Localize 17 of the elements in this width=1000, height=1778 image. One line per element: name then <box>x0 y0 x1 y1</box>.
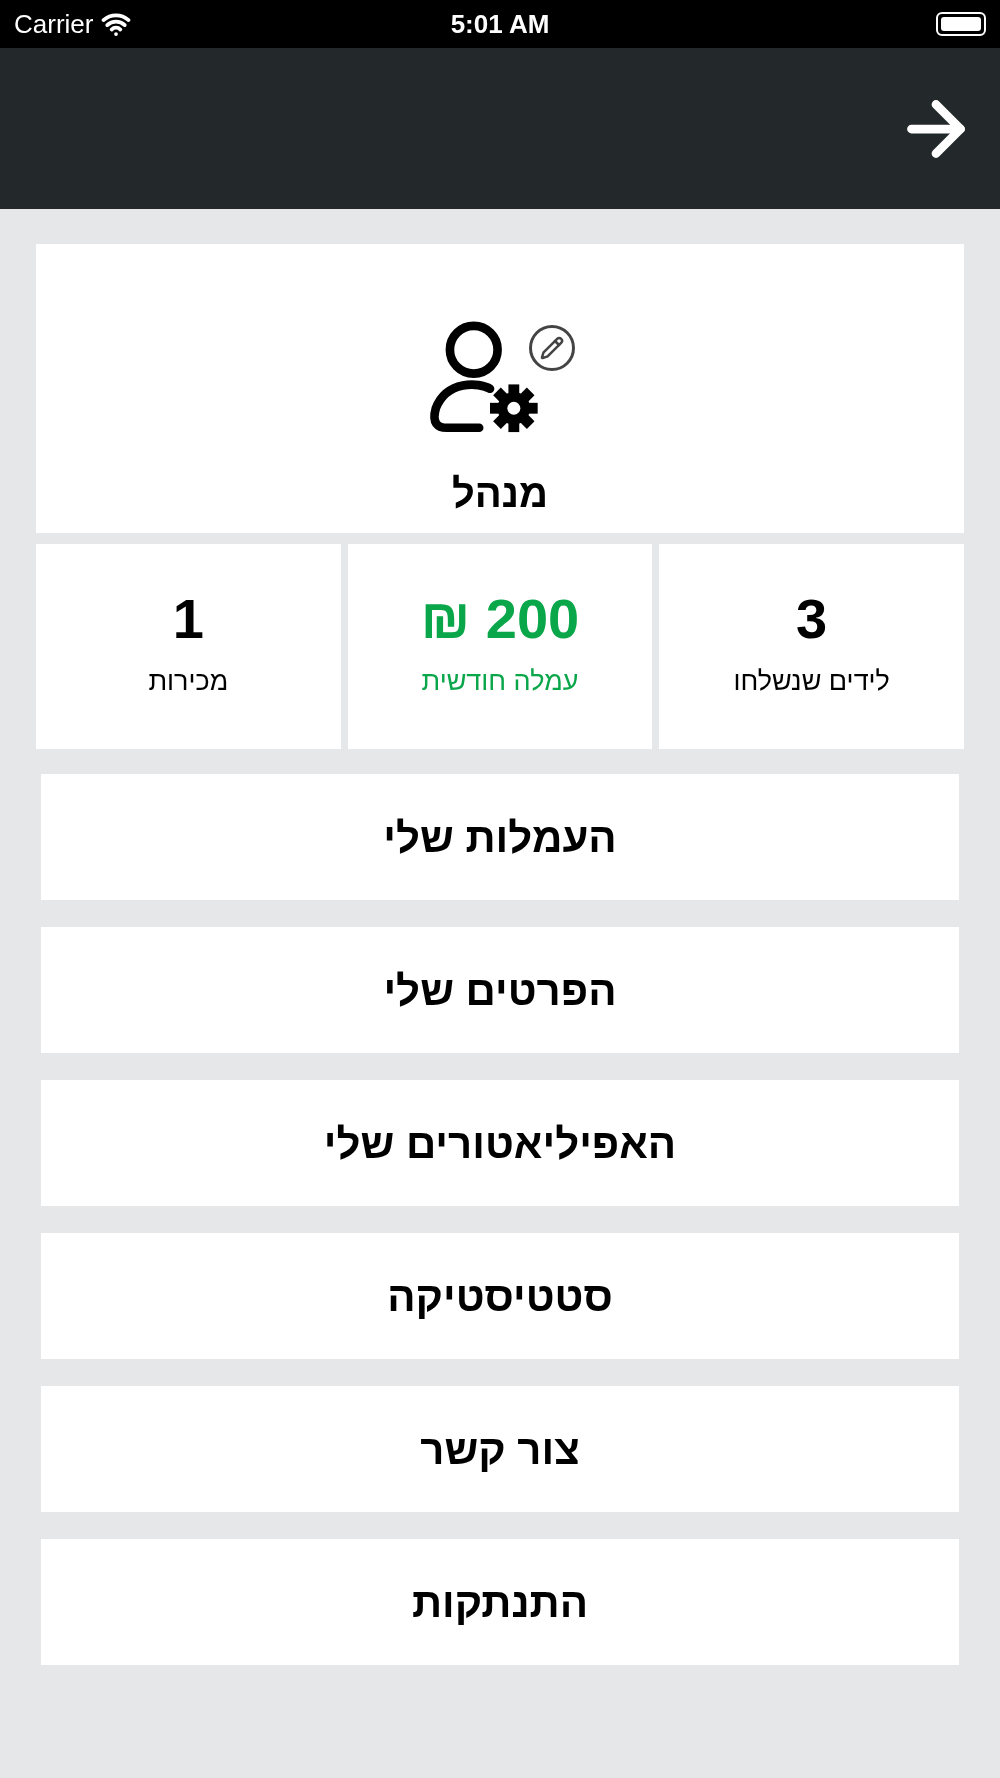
stat-label: לידים שנשלחו <box>733 665 890 699</box>
battery-icon <box>936 12 986 36</box>
menu-item[interactable]: התנתקות <box>41 1539 959 1665</box>
menu-item[interactable]: הפרטים שלי <box>41 927 959 1053</box>
stat-value: 1 <box>172 591 204 648</box>
menu-item[interactable]: העמלות שלי <box>41 774 959 900</box>
menu-item[interactable]: צור קשר <box>41 1386 959 1512</box>
stat-value: 3 <box>796 591 828 648</box>
menu-item[interactable]: סטטיסטיקה <box>41 1233 959 1359</box>
user-name: מנהל <box>451 470 549 517</box>
stat-label: מכירות <box>148 665 229 699</box>
edit-icon[interactable] <box>529 325 575 371</box>
carrier-label: Carrier <box>14 7 94 41</box>
stat-value: 200 ₪ <box>420 591 580 648</box>
stat-label: עמלה חודשית <box>421 665 579 699</box>
clock: 5:01 AM <box>450 7 550 41</box>
menu-item[interactable]: האפיליאטורים שלי <box>41 1080 959 1206</box>
